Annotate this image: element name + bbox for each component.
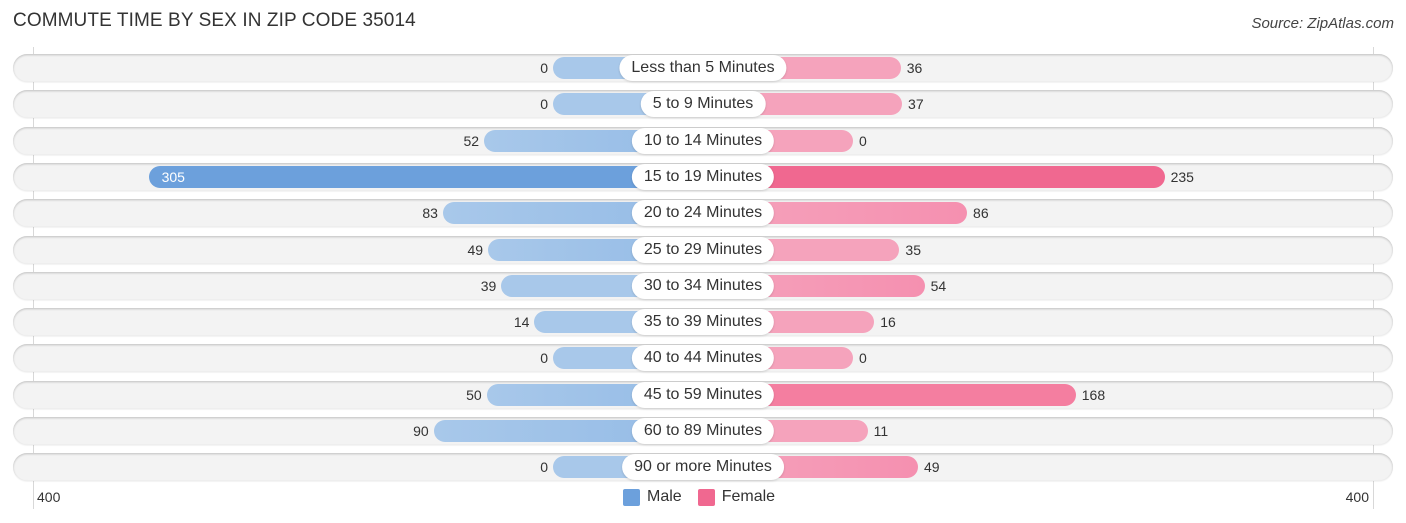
axis-tick-right: 400 [1345,489,1369,505]
value-label-female: 0 [859,132,867,149]
category-label: 60 to 89 Minutes [631,418,775,444]
value-label-male: 90 [413,423,429,439]
value-label-female: 54 [930,277,947,294]
value-label-female: 11 [873,423,889,439]
category-label: 40 to 44 Minutes [631,345,775,372]
category-label: 25 to 29 Minutes [631,236,775,263]
value-label-male: 305 [161,168,185,185]
category-label: 15 to 19 Minutes [631,163,775,190]
category-label: 20 to 24 Minutes [631,200,775,227]
category-label: 45 to 59 Minutes [631,381,775,408]
value-label-male: 83 [422,205,438,222]
chart-title: COMMUTE TIME BY SEX IN ZIP CODE 35014 [13,10,416,31]
value-label-female: 35 [905,241,921,258]
legend: Male Female [623,488,791,506]
category-label: Less than 5 Minutes [619,55,787,81]
value-label-male: 14 [513,314,530,331]
value-label-female: 235 [1170,168,1194,185]
value-label-female: 36 [906,60,923,76]
value-label-male: 49 [467,241,484,258]
bar-male[interactable] [148,165,703,188]
legend-item-female[interactable]: Female [697,488,776,506]
category-label: 5 to 9 Minutes [640,91,766,118]
value-label-female: 37 [908,96,924,113]
axis-tick-left: 400 [37,489,61,505]
value-label-male: 39 [480,277,497,294]
value-label-female: 168 [1081,386,1106,403]
legend-label-male: Male [647,488,682,505]
value-label-male: 0 [540,350,548,367]
value-label-male: 0 [540,60,548,76]
legend-swatch-male [623,488,640,506]
value-label-female: 86 [973,205,989,222]
value-label-male: 0 [540,459,548,476]
legend-swatch-female [697,488,715,506]
category-label: 10 to 14 Minutes [631,127,775,154]
value-label-female: 0 [859,350,867,367]
legend-item-male[interactable]: Male [623,488,682,506]
legend-label-female: Female [721,488,776,505]
value-label-female: 16 [880,314,896,331]
category-label: 35 to 39 Minutes [631,309,775,336]
value-label-male: 0 [540,96,548,113]
source-credit: Source: ZipAtlas.com [1251,15,1394,32]
value-label-male: 52 [463,132,480,149]
value-label-male: 50 [466,386,482,403]
value-label-female: 49 [923,459,940,476]
category-label: 90 or more Minutes [622,454,784,481]
category-label: 30 to 34 Minutes [631,272,775,299]
